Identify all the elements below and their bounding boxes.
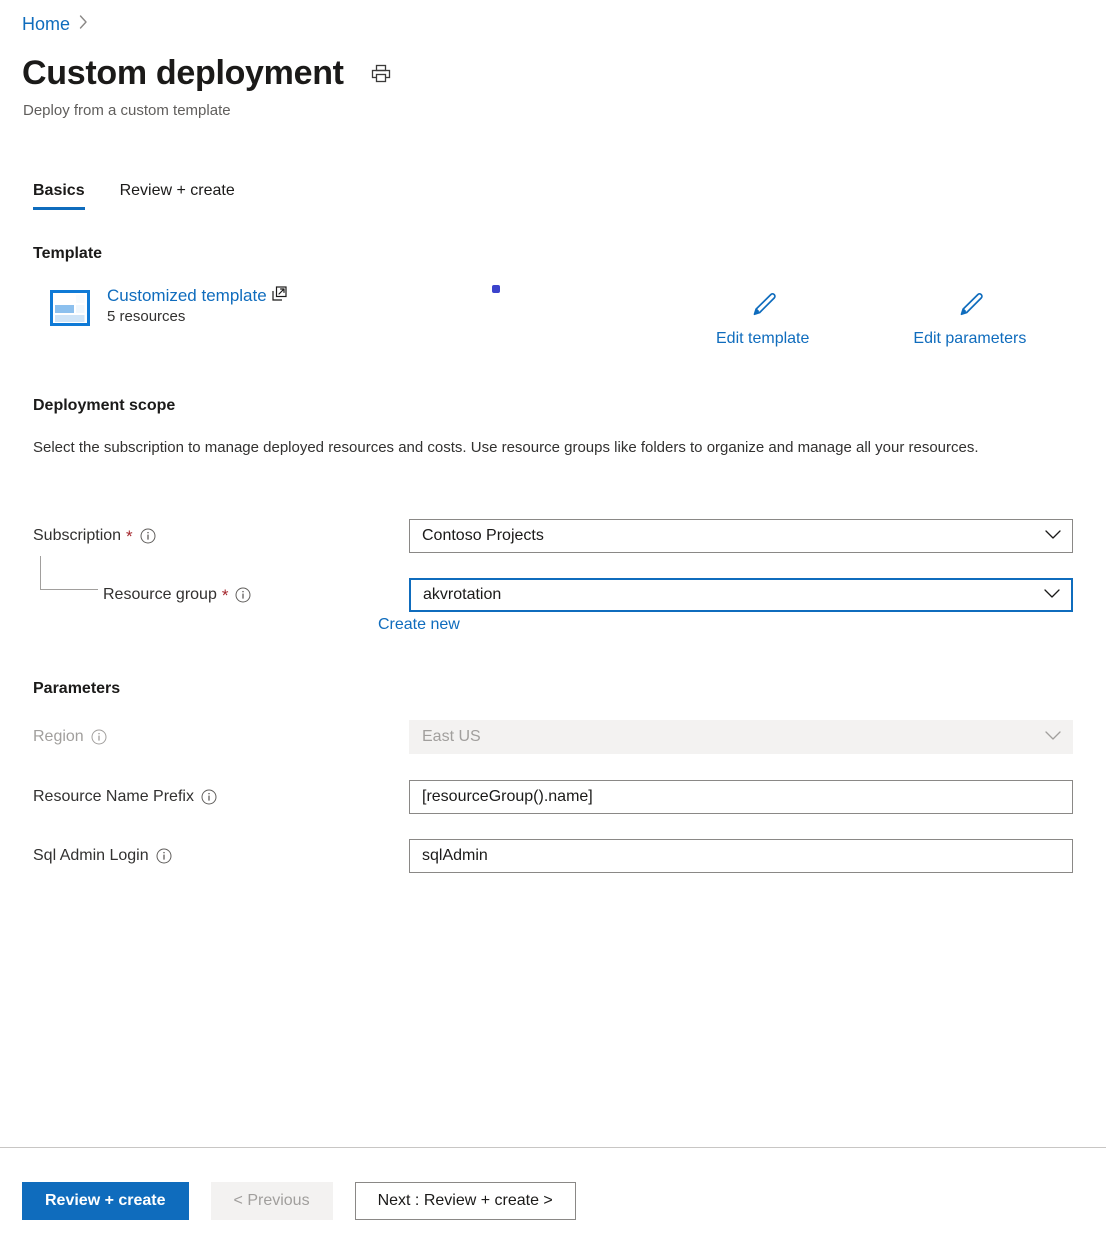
- info-icon[interactable]: [156, 848, 172, 864]
- region-control: East US: [409, 720, 1073, 754]
- next-review-create-button[interactable]: Next : Review + create >: [355, 1182, 576, 1220]
- edit-template-label: Edit template: [716, 330, 809, 348]
- deployment-scope-heading: Deployment scope: [33, 397, 175, 415]
- customized-template-link[interactable]: Customized template: [107, 286, 267, 306]
- breadcrumb-home-link[interactable]: Home: [22, 14, 70, 35]
- sql-admin-login-input[interactable]: [409, 839, 1073, 873]
- pencil-icon: [955, 290, 985, 325]
- chevron-down-icon: [1045, 728, 1061, 746]
- resource-group-row: Resource group * akvrotation: [33, 578, 1073, 612]
- resource-group-control: akvrotation: [409, 578, 1073, 612]
- sql-admin-login-row: Sql Admin Login: [33, 839, 1073, 873]
- template-edit-actions: Edit template Edit parameters: [716, 290, 1026, 348]
- edit-parameters-button[interactable]: Edit parameters: [913, 290, 1026, 348]
- subscription-value: Contoso Projects: [422, 527, 544, 545]
- previous-button: < Previous: [211, 1182, 333, 1220]
- chevron-down-icon: [1045, 527, 1061, 545]
- region-value: East US: [422, 728, 481, 746]
- required-asterisk: *: [222, 587, 229, 604]
- tab-list: Basics Review + create: [33, 182, 235, 210]
- create-new-resource-group-link[interactable]: Create new: [378, 616, 460, 634]
- page-subtitle: Deploy from a custom template: [23, 102, 231, 119]
- template-section-heading: Template: [33, 245, 102, 263]
- resource-group-label-text: Resource group: [103, 586, 217, 604]
- sql-admin-login-control: [409, 839, 1073, 873]
- parameters-heading: Parameters: [33, 680, 120, 698]
- subscription-label: Subscription *: [33, 519, 156, 553]
- subscription-control: Contoso Projects: [409, 519, 1073, 553]
- sql-admin-login-label-text: Sql Admin Login: [33, 847, 149, 865]
- edit-template-button[interactable]: Edit template: [716, 290, 809, 348]
- info-icon[interactable]: [140, 528, 156, 544]
- breadcrumb: Home: [22, 14, 88, 35]
- region-label: Region: [33, 720, 107, 754]
- tab-review-create[interactable]: Review + create: [120, 182, 235, 210]
- review-create-button[interactable]: Review + create: [22, 1182, 189, 1220]
- required-asterisk: *: [126, 528, 133, 545]
- page-title-row: Custom deployment: [22, 54, 392, 93]
- template-resource-count: 5 resources: [107, 308, 287, 325]
- region-row: Region East US: [33, 720, 1073, 754]
- region-label-text: Region: [33, 728, 84, 746]
- subscription-row: Subscription * Contoso Projects: [33, 519, 1073, 553]
- resource-name-prefix-label-text: Resource Name Prefix: [33, 788, 194, 806]
- resource-name-prefix-control: [409, 780, 1073, 814]
- region-dropdown: East US: [409, 720, 1073, 754]
- info-icon[interactable]: [235, 587, 251, 603]
- page-title: Custom deployment: [22, 54, 344, 93]
- resource-group-value: akvrotation: [423, 586, 501, 604]
- footer-actions: Review + create < Previous Next : Review…: [22, 1182, 576, 1220]
- external-link-icon[interactable]: [272, 286, 287, 306]
- custom-deployment-page: Home Custom deployment Deploy from a cus…: [0, 0, 1106, 1241]
- subscription-label-text: Subscription: [33, 527, 121, 545]
- resource-group-dropdown[interactable]: akvrotation: [409, 578, 1073, 612]
- cursor-marker-dot: [492, 285, 500, 293]
- resource-name-prefix-label: Resource Name Prefix: [33, 780, 217, 814]
- print-icon[interactable]: [370, 63, 392, 90]
- pencil-icon: [748, 290, 778, 325]
- chevron-down-icon: [1044, 586, 1060, 604]
- info-icon[interactable]: [201, 789, 217, 805]
- resource-name-prefix-input[interactable]: [409, 780, 1073, 814]
- deployment-scope-description: Select the subscription to manage deploy…: [33, 437, 1023, 459]
- subscription-dropdown[interactable]: Contoso Projects: [409, 519, 1073, 553]
- template-card: Customized template 5 resources: [50, 286, 287, 328]
- info-icon[interactable]: [91, 729, 107, 745]
- edit-parameters-label: Edit parameters: [913, 330, 1026, 348]
- sql-admin-login-label: Sql Admin Login: [33, 839, 172, 873]
- footer-divider: [0, 1147, 1106, 1148]
- template-grid-icon: [50, 288, 90, 328]
- chevron-right-icon: [79, 15, 88, 34]
- resource-name-prefix-row: Resource Name Prefix: [33, 780, 1073, 814]
- resource-group-label: Resource group *: [103, 578, 251, 612]
- tab-basics[interactable]: Basics: [33, 182, 85, 210]
